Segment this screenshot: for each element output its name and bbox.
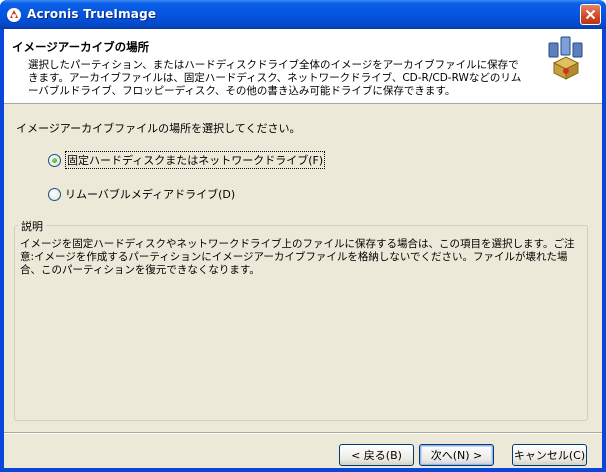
wizard-header: イメージアーカイブの場所 選択したパーティション、またはハードディスクドライブ全… xyxy=(4,29,602,104)
page-title: イメージアーカイブの場所 xyxy=(12,40,150,54)
description-caption: 説明 xyxy=(18,218,46,234)
dialog-client: イメージアーカイブの場所 選択したパーティション、またはハードディスクドライブ全… xyxy=(4,29,602,468)
radio-removable-drive[interactable] xyxy=(48,187,61,201)
description-text: イメージを固定ハードディスクやネットワークドライブ上のファイルに保存する場合は、… xyxy=(20,238,575,276)
button-separator xyxy=(4,432,602,434)
option-fixed-drive[interactable]: 固定ハードディスクまたはネットワークドライブ(F) xyxy=(48,151,326,169)
option-removable-drive-label[interactable]: リムーバブルメディアドライブ(D) xyxy=(65,186,235,202)
option-fixed-drive-label[interactable]: 固定ハードディスクまたはネットワークドライブ(F) xyxy=(65,151,326,169)
back-button[interactable]: < 戻る(B) xyxy=(339,444,414,466)
acronis-app-icon xyxy=(7,8,21,22)
page-description: 選択したパーティション、またはハードディスクドライブ全体のイメージをアーカイブフ… xyxy=(28,59,522,97)
backup-drives-icon xyxy=(548,36,583,80)
location-prompt: イメージアーカイブファイルの場所を選択してください。 xyxy=(16,122,301,135)
next-button[interactable]: 次へ(N) > xyxy=(419,444,494,466)
title-bar[interactable]: Acronis TrueImage xyxy=(0,0,606,29)
cancel-button[interactable]: キャンセル(C) xyxy=(512,444,587,466)
close-button[interactable] xyxy=(580,4,601,25)
option-removable-drive[interactable]: リムーバブルメディアドライブ(D) xyxy=(48,186,235,202)
dialog-window: Acronis TrueImage イメージアーカイブの場所 選択したパーティシ… xyxy=(0,0,606,472)
close-icon xyxy=(585,9,596,20)
radio-fixed-drive[interactable] xyxy=(48,153,61,167)
window-title: Acronis TrueImage xyxy=(27,7,157,21)
